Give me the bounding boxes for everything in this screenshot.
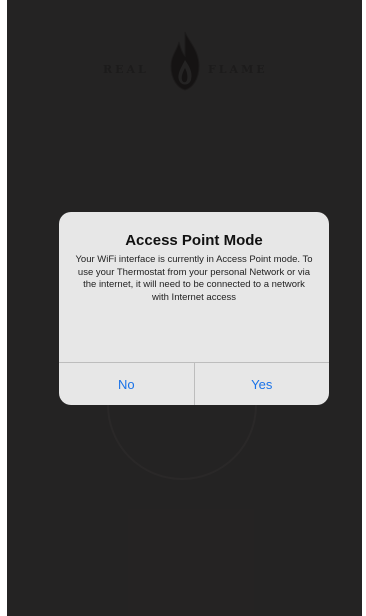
alert-title: Access Point Mode: [125, 232, 263, 249]
no-button[interactable]: No: [59, 363, 194, 405]
alert-button-bar: No Yes: [59, 362, 329, 405]
access-point-alert: Access Point Mode Your WiFi interface is…: [59, 212, 329, 405]
alert-message: Your WiFi interface is currently in Acce…: [75, 254, 313, 303]
app-screen: REAL FLAME Access Point Mode Your WiFi i…: [7, 0, 362, 616]
yes-button[interactable]: Yes: [193, 363, 330, 405]
